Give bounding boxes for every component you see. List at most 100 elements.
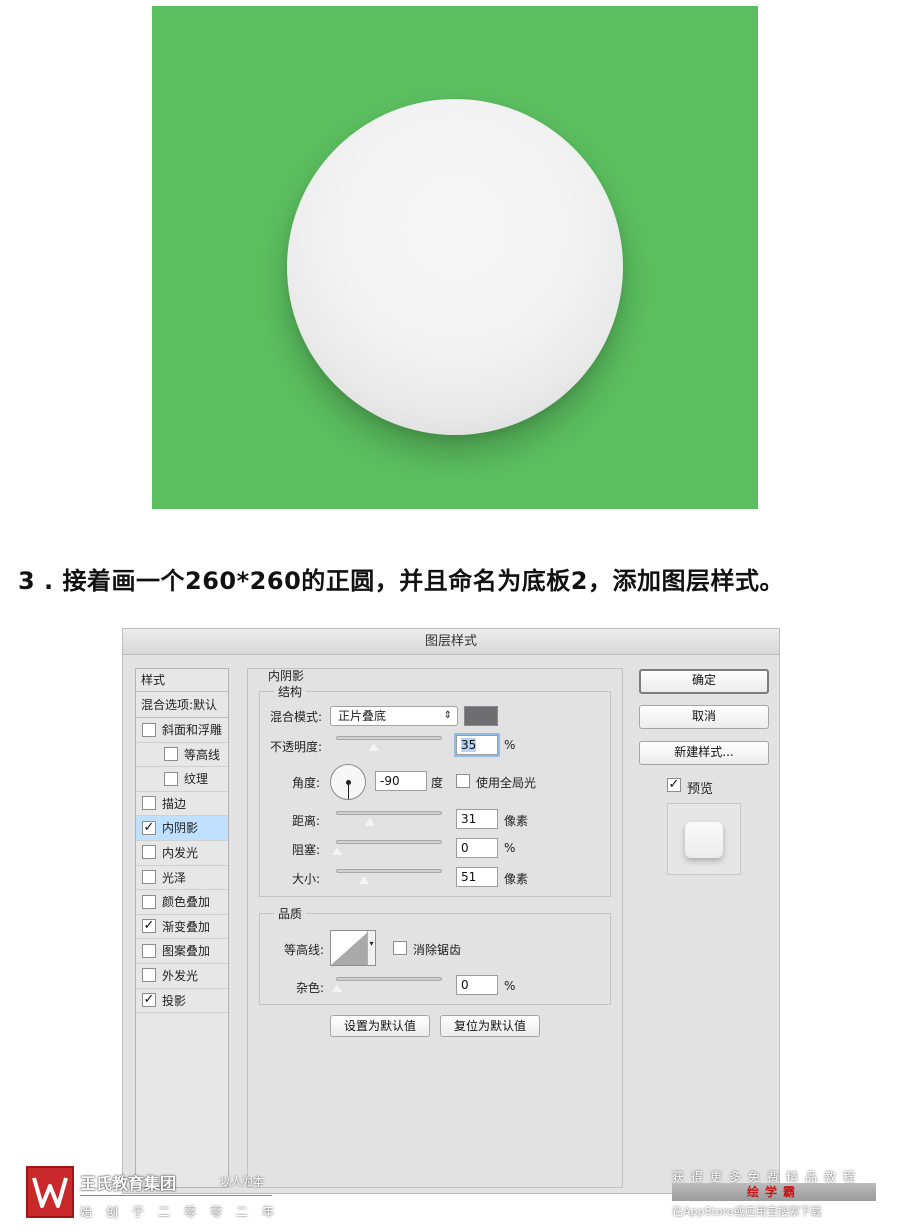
checkbox-satin[interactable] (142, 870, 156, 885)
choke-slider-thumb[interactable] (331, 846, 343, 856)
linear-contour-icon (331, 931, 369, 965)
distance-slider[interactable] (336, 811, 442, 827)
angle-dial[interactable] (330, 764, 366, 800)
checkmark-icon: ✓ (143, 819, 155, 835)
artwork-canvas (152, 6, 758, 509)
blend-mode-select[interactable]: 正片叠底 ⇕ (330, 706, 458, 726)
contour-label: 等高线: (284, 943, 325, 957)
style-item-gradient-overlay[interactable]: ✓ 渐变叠加 (136, 915, 228, 940)
blend-options-item[interactable]: 混合选项:默认 (136, 694, 228, 718)
cancel-button[interactable]: 取消 (639, 705, 769, 729)
style-item-inner-glow[interactable]: 内发光 (136, 841, 228, 866)
style-item-label: 颜色叠加 (162, 895, 211, 910)
footer-divider (80, 1195, 272, 1196)
checkbox-gradient-overlay[interactable]: ✓ (142, 918, 156, 934)
footer-founded: 始创于二零零二年 (80, 1205, 289, 1219)
noise-label: 杂色: (296, 981, 325, 995)
blend-mode-label: 混合模式: (270, 710, 323, 724)
contour-picker[interactable]: ▾ (330, 930, 376, 966)
checkbox-pattern-overlay[interactable] (142, 943, 156, 958)
style-item-satin[interactable]: 光泽 (136, 866, 228, 891)
opacity-value: 35 (461, 738, 477, 752)
opacity-input[interactable]: 35 (456, 735, 498, 755)
style-item-label: 描边 (162, 796, 187, 811)
inner-shadow-panel: 内阴影 结构 混合模式: 正片叠底 ⇕ 不透明度: 35 % 角度: -90 度… (247, 668, 623, 1188)
angle-label: 角度: (292, 776, 321, 790)
size-slider-thumb[interactable] (358, 875, 370, 885)
white-sphere-artwork (287, 99, 623, 435)
style-item-label: 纹理 (184, 772, 209, 787)
choke-slider[interactable] (331, 840, 442, 856)
footer-slogan: 以人为本 (220, 1175, 264, 1188)
size-slider[interactable] (336, 869, 442, 885)
distance-input[interactable]: 31 (456, 809, 498, 829)
noise-slider[interactable] (331, 977, 442, 993)
ok-button[interactable]: 确定 (639, 669, 769, 694)
angle-input[interactable]: -90 (375, 771, 427, 791)
global-light-checkbox[interactable] (456, 774, 470, 788)
checkbox-stroke[interactable] (142, 796, 156, 811)
global-light-label: 使用全局光 (476, 776, 537, 790)
dialog-title: 图层样式 (123, 629, 779, 655)
blend-mode-value: 正片叠底 (338, 709, 387, 723)
style-item-texture[interactable]: 纹理 (136, 767, 228, 792)
make-default-button[interactable]: 设置为默认值 (330, 1015, 430, 1037)
choke-unit: % (504, 841, 516, 855)
checkbox-bevel-emboss[interactable] (142, 722, 156, 737)
style-item-contour[interactable]: 等高线 (136, 743, 228, 768)
style-item-label: 投影 (162, 993, 187, 1008)
style-item-pattern-overlay[interactable]: 图案叠加 (136, 939, 228, 964)
style-item-label: 图案叠加 (162, 944, 211, 959)
opacity-slider-thumb[interactable] (368, 742, 380, 752)
noise-unit: % (504, 979, 516, 993)
checkbox-drop-shadow[interactable]: ✓ (142, 992, 156, 1008)
noise-slider-thumb[interactable] (331, 983, 343, 993)
opacity-slider[interactable] (336, 736, 442, 752)
distance-label: 距离: (292, 814, 321, 828)
checkmark-icon: ✓ (668, 777, 680, 792)
choke-input[interactable]: 0 (456, 838, 498, 858)
antialias-label: 消除锯齿 (413, 943, 462, 957)
checkmark-icon: ✓ (143, 918, 155, 934)
checkbox-outer-glow[interactable] (142, 968, 156, 983)
antialias-checkbox[interactable] (393, 941, 407, 955)
size-unit: 像素 (504, 872, 529, 886)
size-input[interactable]: 51 (456, 867, 498, 887)
opacity-unit: % (504, 738, 516, 752)
style-item-label: 斜面和浮雕 (162, 723, 223, 737)
distance-slider-thumb[interactable] (364, 817, 376, 827)
new-style-button[interactable]: 新建样式... (639, 741, 769, 765)
opacity-label: 不透明度: (270, 740, 323, 754)
noise-input[interactable]: 0 (456, 975, 498, 995)
style-item-label: 光泽 (162, 870, 187, 885)
style-item-color-overlay[interactable]: 颜色叠加 (136, 890, 228, 915)
style-item-bevel-emboss[interactable]: 斜面和浮雕 (136, 718, 228, 743)
style-item-label: 等高线 (184, 747, 221, 762)
checkbox-texture[interactable] (164, 771, 178, 786)
angle-unit: 度 (431, 776, 444, 790)
style-item-stroke[interactable]: 描边 (136, 792, 228, 817)
checkbox-contour[interactable] (164, 747, 178, 762)
select-arrows-icon: ⇕ (443, 710, 452, 721)
style-item-label: 内阴影 (162, 821, 199, 836)
style-item-drop-shadow[interactable]: ✓ 投影 (136, 989, 228, 1014)
wang-education-logo (26, 1166, 74, 1218)
reset-default-button[interactable]: 复位为默认值 (440, 1015, 540, 1037)
checkbox-color-overlay[interactable] (142, 894, 156, 909)
preview-label: 预览 (687, 782, 714, 797)
checkbox-inner-shadow[interactable]: ✓ (142, 819, 156, 835)
checkbox-inner-glow[interactable] (142, 845, 156, 860)
styles-header[interactable]: 样式 (136, 669, 228, 692)
choke-label: 阻塞: (292, 843, 321, 857)
footer-download-hint: 在AppStore或应用宝搜索下载 (672, 1205, 822, 1218)
checkmark-icon: ✓ (143, 992, 155, 1008)
quality-title: 品质 (274, 905, 307, 922)
style-item-outer-glow[interactable]: 外发光 (136, 964, 228, 989)
style-item-label: 渐变叠加 (162, 919, 211, 934)
style-item-inner-shadow[interactable]: ✓ 内阴影 (136, 816, 228, 841)
preview-swatch (685, 822, 723, 858)
shadow-color-swatch[interactable] (464, 706, 498, 726)
preview-checkbox[interactable]: ✓ (667, 778, 681, 792)
style-list: 样式 混合选项:默认 斜面和浮雕 等高线 纹理 描边 ✓ 内阴影 内发光 光泽 颜… (135, 668, 229, 1188)
contour-dropdown-icon[interactable]: ▾ (367, 931, 375, 965)
